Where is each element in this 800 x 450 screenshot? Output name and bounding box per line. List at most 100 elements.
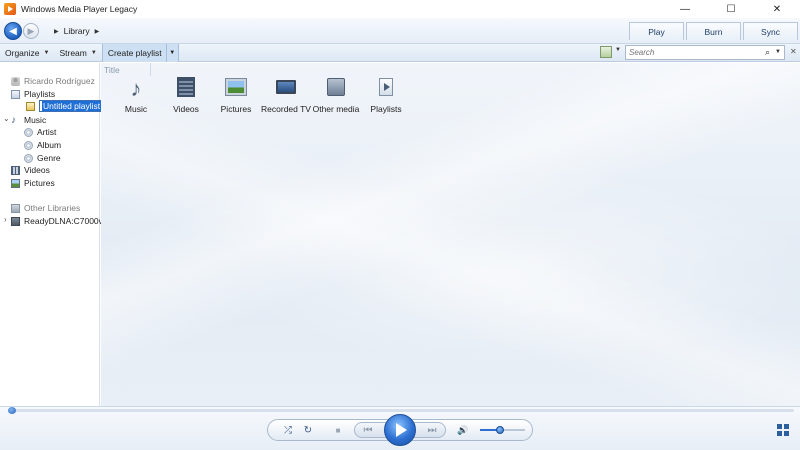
tree-item-playlists[interactable]: Playlists xyxy=(11,88,55,100)
back-button[interactable]: ◀ xyxy=(4,22,22,40)
search-box: ⌕ ▼ xyxy=(625,45,785,60)
search-icon[interactable]: ⌕ xyxy=(765,47,770,58)
tile-label: Playlists xyxy=(370,104,402,114)
tree-item-user[interactable]: Ricardo Rodríguez xyxy=(11,75,95,87)
close-button[interactable]: ✕ xyxy=(754,0,800,18)
search-input[interactable] xyxy=(629,48,759,57)
stream-label: Stream xyxy=(59,47,87,58)
artist-icon xyxy=(24,127,33,137)
tree-item-artist[interactable]: Artist xyxy=(24,126,56,138)
tree-item-label: Other Libraries xyxy=(24,203,81,213)
tile-music[interactable]: ♪ Music xyxy=(111,76,161,115)
tile-other-media[interactable]: Other media xyxy=(311,78,361,114)
tab-strip: Play Burn Sync xyxy=(629,22,798,40)
tile-videos[interactable]: Videos xyxy=(161,77,211,114)
volume-icon[interactable]: 🔊 xyxy=(457,423,469,437)
playlist-edit-icon xyxy=(26,101,35,111)
create-playlist-label: Create playlist xyxy=(107,47,162,58)
breadcrumb-arrow-icon[interactable]: ▶ xyxy=(95,28,100,35)
volume-thumb[interactable] xyxy=(496,426,504,434)
tree-item-music[interactable]: ♪ Music xyxy=(11,114,46,126)
seek-thumb[interactable] xyxy=(8,407,16,414)
videos-icon-wrap xyxy=(175,77,197,100)
tile-pictures[interactable]: Pictures xyxy=(211,78,261,114)
chevron-right-icon[interactable]: › xyxy=(4,215,7,224)
tree-item-genre[interactable]: Genre xyxy=(24,152,61,164)
chevron-down-icon[interactable]: ▼ xyxy=(775,49,781,55)
play-button[interactable] xyxy=(384,414,416,446)
navigation-bar: ◀ ▶ ▶ Library ▶ Play Burn Sync xyxy=(0,18,800,44)
tile-label: Recorded TV xyxy=(261,104,311,114)
create-playlist-button[interactable]: Create playlist ▼ xyxy=(101,43,179,62)
tab-burn[interactable]: Burn xyxy=(686,22,741,40)
user-icon xyxy=(11,76,20,86)
tile-label: Other media xyxy=(312,104,360,114)
column-header-title[interactable]: Title xyxy=(101,63,800,76)
organize-menu[interactable]: Organize ▼ xyxy=(0,44,54,62)
tile-label: Music xyxy=(124,104,148,114)
tree-item-videos[interactable]: Videos xyxy=(11,164,50,176)
chevron-down-icon[interactable]: ⌄ xyxy=(3,114,10,123)
tree-item-label: ReadyDLNA:C7000v2 xyxy=(24,216,108,226)
tree-item-label: Artist xyxy=(37,127,57,137)
rename-playlist-text: Untitled playlist xyxy=(42,101,102,111)
maximize-button[interactable]: ☐ xyxy=(708,0,754,18)
breadcrumb-library[interactable]: Library xyxy=(64,26,90,36)
tile-playlists[interactable]: Playlists xyxy=(361,78,411,114)
shuffle-icon[interactable]: ⤮ xyxy=(282,424,294,436)
pictures-icon xyxy=(11,178,20,188)
tab-play[interactable]: Play xyxy=(629,22,684,40)
next-icon[interactable]: ⏭ xyxy=(424,424,440,436)
other-media-icon xyxy=(327,78,345,96)
tile-recorded-tv[interactable]: Recorded TV xyxy=(261,78,311,114)
breadcrumb-arrow-icon[interactable]: ▶ xyxy=(54,28,59,35)
chevron-down-icon: ▼ xyxy=(90,49,97,56)
column-title-label: Title xyxy=(104,64,120,75)
view-options-icon[interactable] xyxy=(600,46,612,58)
stream-menu[interactable]: Stream ▼ xyxy=(54,44,101,62)
stop-icon[interactable]: ■ xyxy=(332,424,344,436)
genre-icon xyxy=(24,153,33,163)
tree-item-album[interactable]: Album xyxy=(24,139,61,151)
window-controls: — ☐ ✕ xyxy=(662,0,800,18)
tree-item-pictures[interactable]: Pictures xyxy=(11,177,55,189)
rename-playlist-field[interactable]: Untitled playlist xyxy=(39,100,105,112)
chevron-down-icon[interactable]: ▼ xyxy=(615,47,621,53)
forward-button[interactable]: ▶ xyxy=(23,23,39,39)
tree-item-label: Playlists xyxy=(24,89,56,99)
tree-item-other-libraries[interactable]: Other Libraries xyxy=(11,202,80,214)
pictures-icon-wrap xyxy=(225,78,247,100)
playlist-icon xyxy=(11,89,20,99)
music-icon: ♪ xyxy=(11,114,16,126)
music-icon: ♪ xyxy=(130,76,142,101)
tree-item-untitled-playlist[interactable]: Untitled playlist xyxy=(26,100,105,112)
pictures-icon xyxy=(226,79,246,95)
tree-item-label: Genre xyxy=(37,153,61,163)
playback-controls-bar: ⤮ ↻ ■ ⏮ ⏭ 🔊 xyxy=(0,406,800,450)
column-divider[interactable] xyxy=(150,63,151,76)
breadcrumb: ▶ Library ▶ xyxy=(54,26,99,36)
switch-to-now-playing-icon[interactable] xyxy=(777,424,789,436)
minimize-button[interactable]: — xyxy=(662,0,708,18)
tab-sync[interactable]: Sync xyxy=(743,22,798,40)
playlists-icon xyxy=(379,78,393,96)
other-media-icon-wrap xyxy=(325,78,347,100)
library-tiles: ♪ Music Videos Pictures Recorded TV Othe… xyxy=(111,76,411,115)
videos-icon xyxy=(11,165,20,175)
recorded-tv-icon xyxy=(276,80,296,94)
previous-icon[interactable]: ⏮ xyxy=(360,424,376,436)
library-content-pane: Title ♪ Music Videos Pictures Recorded T… xyxy=(101,63,800,406)
tree-item-device[interactable]: ReadyDLNA:C7000v2 xyxy=(11,215,108,227)
repeat-icon[interactable]: ↻ xyxy=(302,424,314,436)
organize-label: Organize xyxy=(5,47,40,58)
playlists-icon-wrap xyxy=(375,78,397,100)
title-bar: Windows Media Player Legacy — ☐ ✕ xyxy=(0,0,800,18)
tile-label: Videos xyxy=(173,104,199,114)
tile-label: Pictures xyxy=(220,104,252,114)
create-playlist-dropdown[interactable]: ▼ xyxy=(165,43,178,62)
tree-item-label: Pictures xyxy=(24,178,55,188)
seek-bar[interactable] xyxy=(8,407,794,414)
album-icon xyxy=(24,140,33,150)
close-icon[interactable]: ✕ xyxy=(790,47,797,56)
navigation-pane: Ricardo Rodríguez Playlists Untitled pla… xyxy=(0,63,108,406)
